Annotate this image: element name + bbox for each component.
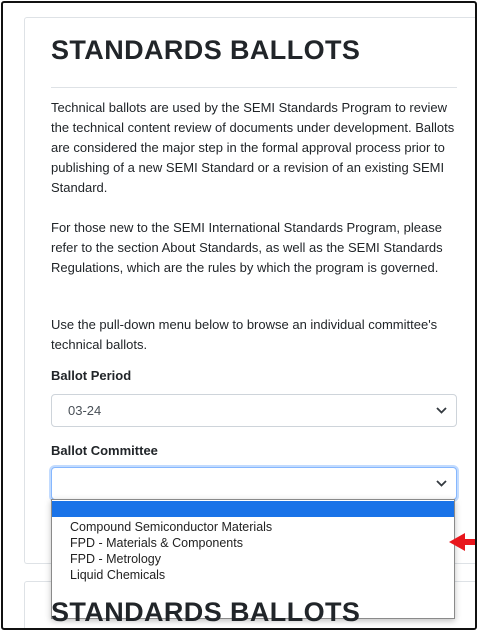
intro-paragraph: Technical ballots are used by the SEMI S…: [51, 100, 455, 195]
dropdown-option[interactable]: Compound Semiconductor Materials: [52, 519, 454, 535]
ballot-period-label: Ballot Period: [51, 368, 132, 383]
dropdown-option[interactable]: FPD - Metrology: [52, 551, 454, 567]
page-title: STANDARDS BALLOTS: [51, 35, 361, 65]
divider: [51, 87, 457, 88]
dropdown-option-blank[interactable]: [52, 501, 454, 517]
ballot-period-value: 03-24: [68, 403, 102, 418]
ballot-committee-label: Ballot Committee: [51, 443, 158, 458]
dropdown-option[interactable]: FPD - Materials & Components: [52, 535, 454, 551]
ballot-committee-select[interactable]: [51, 467, 457, 500]
regulations-paragraph: For those new to the SEMI International …: [51, 220, 443, 275]
instructions-paragraph: Use the pull-down menu below to browse a…: [51, 317, 438, 352]
dropdown-option[interactable]: Liquid Chemicals: [52, 567, 454, 583]
ballot-period-select[interactable]: 03-24: [51, 394, 457, 427]
screenshot-frame: STANDARDS BALLOTS Technical ballots are …: [1, 1, 477, 630]
chevron-down-icon: [436, 395, 448, 426]
chevron-down-icon: [436, 468, 448, 499]
red-arrow-icon: [449, 532, 475, 552]
page-title-repeat: STANDARDS BALLOTS: [51, 597, 361, 627]
